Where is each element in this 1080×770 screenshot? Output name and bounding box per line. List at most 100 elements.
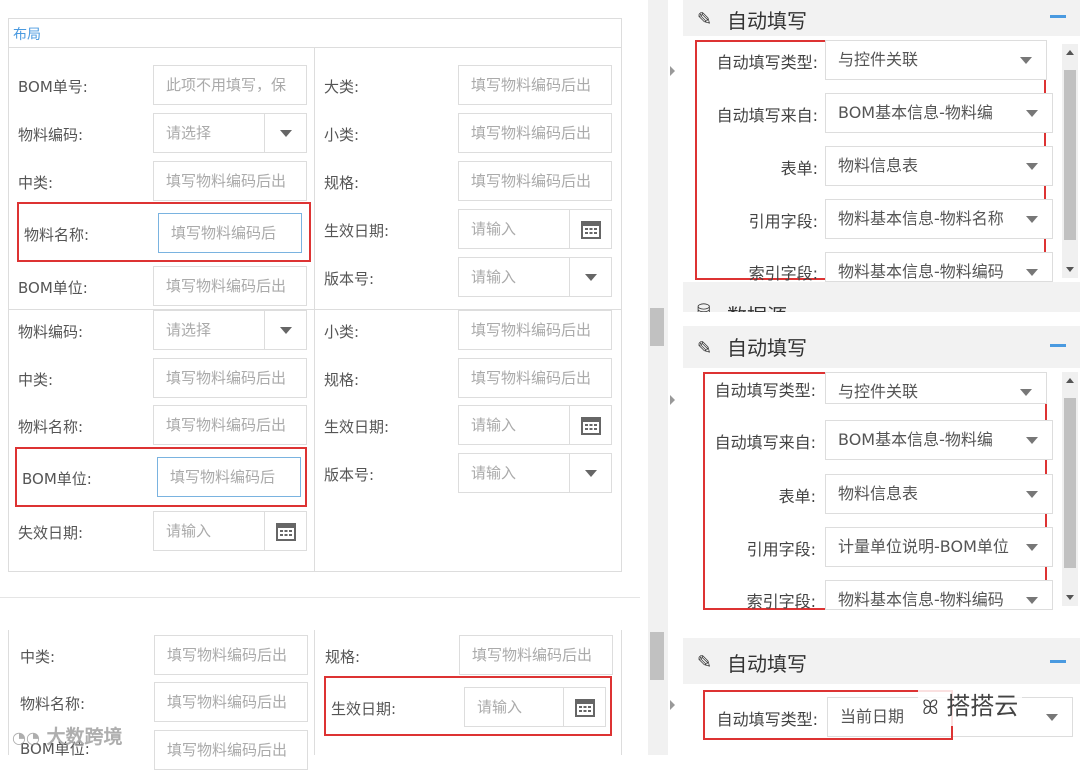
bom-unit-input[interactable]: 填写物料编码后出 — [154, 730, 308, 770]
data-source-header[interactable]: ⛁ 数据源 — [683, 282, 1080, 312]
mid-category-input[interactable]: 填写物料编码后出 — [153, 161, 307, 201]
sub-category-input[interactable]: 填写物料编码后出 — [458, 113, 612, 153]
field-label: 引用字段: — [748, 212, 818, 231]
chevron-down-icon[interactable] — [264, 311, 306, 349]
pencil-icon: ✎ — [697, 652, 713, 673]
autofill-type-select[interactable]: 与控件关联 — [825, 372, 1047, 404]
chevron-down-icon[interactable] — [1032, 698, 1072, 736]
left-scrollbar-thumb[interactable] — [650, 632, 664, 680]
calendar-icon[interactable] — [264, 512, 306, 550]
chevron-down-icon[interactable] — [1012, 253, 1052, 281]
field-label: 自动填写类型: — [714, 381, 816, 400]
chevron-down-icon[interactable] — [1006, 373, 1046, 403]
calendar-icon[interactable] — [569, 406, 611, 444]
pencil-icon: ✎ — [697, 338, 713, 359]
right-scrollbar-1[interactable] — [1062, 44, 1078, 278]
bom-unit-input[interactable]: 填写物料编码后 — [157, 457, 301, 497]
right-scrollbar-2[interactable] — [1062, 372, 1078, 606]
chevron-down-icon[interactable] — [264, 114, 306, 152]
expiry-date-input[interactable]: 请输入 — [153, 511, 307, 551]
chevron-down-icon[interactable] — [1012, 581, 1052, 609]
form3-divider — [314, 630, 315, 755]
layout-tab[interactable]: 布局 — [13, 24, 41, 44]
material-code-select[interactable]: 请选择 — [153, 113, 307, 153]
calendar-icon[interactable] — [569, 210, 611, 248]
calendar-icon[interactable] — [563, 688, 605, 726]
collapse-icon[interactable] — [1050, 660, 1066, 663]
collapse-icon[interactable] — [1050, 344, 1066, 347]
autofill-header[interactable]: ✎ 自动填写 — [683, 0, 1080, 36]
chevron-down-icon[interactable] — [1012, 147, 1052, 185]
field-label: 小类: — [324, 323, 360, 341]
form-select[interactable]: 物料信息表 — [825, 146, 1053, 186]
field-label: 表单: — [778, 487, 816, 506]
index-field-select[interactable]: 物料基本信息-物料编码 — [825, 252, 1053, 282]
chevron-down-icon[interactable] — [1012, 421, 1052, 459]
spec-input[interactable]: 填写物料编码后出 — [458, 358, 612, 398]
autofill-source-select[interactable]: BOM基本信息-物料编 — [825, 93, 1053, 133]
field-label: 自动填写类型: — [716, 710, 818, 729]
scroll-down-icon[interactable] — [1066, 267, 1074, 272]
sub-category-input[interactable]: 填写物料编码后出 — [458, 310, 612, 350]
field-label: 物料编码: — [18, 126, 84, 144]
collapse-icon[interactable] — [1050, 15, 1066, 18]
field-label: 中类: — [18, 371, 54, 389]
bom-number-input[interactable]: 此项不用填写，保 — [153, 65, 307, 105]
watermark-left: ◔◔ 大数跨境 — [12, 726, 123, 748]
collapse-arrow-icon[interactable] — [670, 700, 675, 710]
chevron-down-icon[interactable] — [1012, 475, 1052, 513]
layout-tab-bar: 布局 — [8, 18, 622, 48]
field-label: 版本号: — [324, 466, 375, 484]
material-name-input[interactable]: 填写物料编码后出 — [153, 405, 307, 445]
chevron-down-icon[interactable] — [569, 454, 611, 492]
scroll-down-icon[interactable] — [1066, 595, 1074, 600]
left-scrollbar-thumb[interactable] — [650, 308, 664, 346]
autofill-source-select[interactable]: BOM基本信息-物料编 — [825, 420, 1053, 460]
material-name-input[interactable]: 填写物料编码后出 — [154, 682, 308, 722]
field-label: BOM单位: — [18, 279, 88, 297]
reference-field-select[interactable]: 物料基本信息-物料名称 — [825, 199, 1053, 239]
index-field-select[interactable]: 物料基本信息-物料编码 — [825, 580, 1053, 610]
effective-date-input[interactable]: 请输入 — [458, 405, 612, 445]
chevron-down-icon[interactable] — [1012, 94, 1052, 132]
field-label: 自动填写类型: — [716, 53, 818, 72]
pencil-icon: ✎ — [697, 9, 713, 30]
chevron-down-icon[interactable] — [569, 258, 611, 296]
version-select[interactable]: 请输入 — [458, 453, 612, 493]
wechat-icon: ◔◔ — [12, 728, 40, 747]
version-select[interactable]: 请输入 — [458, 257, 612, 297]
category-input[interactable]: 填写物料编码后出 — [458, 65, 612, 105]
field-label: 自动填写来自: — [716, 106, 818, 125]
autofill-title: 自动填写 — [727, 652, 807, 676]
form-select[interactable]: 物料信息表 — [825, 474, 1053, 514]
field-label: 生效日期: — [324, 418, 390, 436]
autofill-type-select[interactable]: 与控件关联 — [825, 40, 1047, 80]
chevron-down-icon[interactable] — [1006, 41, 1046, 79]
material-code-select[interactable]: 请选择 — [153, 310, 307, 350]
autofill-header[interactable]: ✎ 自动填写 — [683, 326, 1080, 368]
reference-field-select[interactable]: 计量单位说明-BOM单位 — [825, 527, 1053, 567]
spec-input[interactable]: 填写物料编码后出 — [459, 635, 613, 675]
collapse-arrow-icon[interactable] — [670, 395, 675, 405]
autofill-title: 自动填写 — [727, 9, 807, 33]
collapse-arrow-icon[interactable] — [670, 66, 675, 76]
panel-gap — [683, 618, 1080, 632]
autofill-header[interactable]: ✎ 自动填写 — [683, 638, 1080, 684]
bom-unit-input[interactable]: 填写物料编码后出 — [153, 266, 307, 306]
chevron-down-icon[interactable] — [1012, 528, 1052, 566]
spec-input[interactable]: 填写物料编码后出 — [458, 161, 612, 201]
field-label: 失效日期: — [18, 524, 84, 542]
field-label: 索引字段: — [746, 592, 816, 611]
chevron-down-icon[interactable] — [1012, 200, 1052, 238]
mid-category-input[interactable]: 填写物料编码后出 — [154, 635, 308, 675]
effective-date-input[interactable]: 请输入 — [458, 209, 612, 249]
field-label: 规格: — [324, 371, 360, 389]
watermark-right: ꕤ 搭搭云 — [918, 690, 1023, 726]
data-source-title: 数据源 — [727, 300, 787, 312]
material-name-input[interactable]: 填写物料编码后 — [158, 213, 302, 253]
effective-date-input[interactable]: 请输入 — [464, 687, 606, 727]
scroll-up-icon[interactable] — [1066, 378, 1074, 383]
scroll-up-icon[interactable] — [1066, 50, 1074, 55]
field-label: 规格: — [324, 174, 360, 192]
mid-category-input[interactable]: 填写物料编码后出 — [153, 358, 307, 398]
